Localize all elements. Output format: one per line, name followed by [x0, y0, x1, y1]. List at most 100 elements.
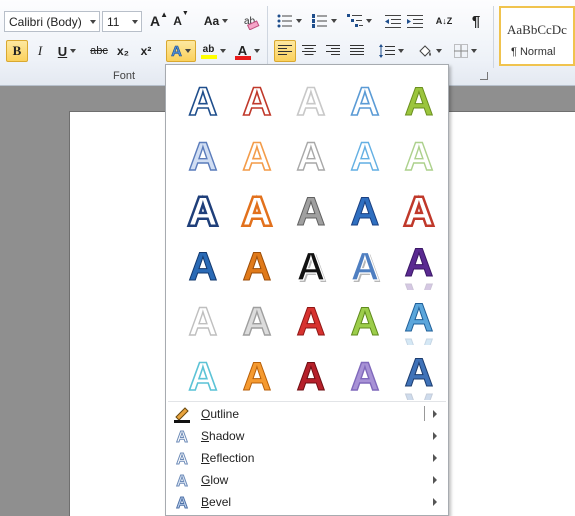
- italic-button[interactable]: I: [30, 40, 50, 62]
- multilevel-list-button[interactable]: [345, 10, 373, 32]
- text-effect-29[interactable]: A: [343, 350, 387, 400]
- change-case-button[interactable]: Aa: [201, 10, 231, 32]
- text-effect-26[interactable]: A: [181, 350, 225, 400]
- justify-button[interactable]: [346, 40, 368, 62]
- text-effect-glyph-icon: A: [350, 134, 380, 179]
- font-name-box[interactable]: Calibri (Body): [4, 11, 100, 32]
- menu-item-reflection[interactable]: A Reflection: [167, 447, 447, 469]
- menu-item-label-rest: utline: [210, 407, 240, 421]
- text-effect-9[interactable]: A: [343, 130, 387, 180]
- shading-button[interactable]: [414, 40, 444, 62]
- text-effect-glyph-icon: A: [242, 299, 272, 344]
- access-key: B: [201, 495, 210, 509]
- text-effect-6[interactable]: A: [181, 130, 225, 180]
- bullets-button[interactable]: [275, 10, 303, 32]
- show-hide-button[interactable]: ¶: [465, 10, 487, 32]
- text-effect-5[interactable]: A: [397, 75, 441, 125]
- text-effect-20[interactable]: AA: [397, 240, 441, 291]
- text-effect-glyph-icon: A: [296, 300, 326, 345]
- svg-text:A: A: [243, 190, 272, 234]
- chevron-right-icon[interactable]: [433, 476, 437, 484]
- text-effect-2[interactable]: A: [235, 75, 279, 125]
- text-effect-8[interactable]: A: [289, 130, 333, 180]
- svg-text:A: A: [351, 300, 380, 344]
- grow-font-button[interactable]: A ▲: [149, 10, 169, 32]
- menu-item-outline[interactable]: Outline: [167, 403, 447, 425]
- menu-item-label: Shadow: [197, 429, 244, 443]
- access-key: O: [201, 407, 211, 421]
- text-effect-glyph-icon: AA: [296, 244, 327, 290]
- align-center-button[interactable]: [298, 40, 320, 62]
- text-effect-22[interactable]: A: [235, 295, 279, 345]
- text-effect-27[interactable]: A: [235, 350, 279, 400]
- caret-up-icon: ▲: [160, 10, 169, 19]
- menu-item-glow[interactable]: A Glow: [167, 469, 447, 491]
- text-effect-28[interactable]: A: [289, 350, 333, 400]
- subscript-button[interactable]: x₂: [113, 40, 133, 62]
- chevron-right-icon[interactable]: [433, 410, 437, 418]
- text-effect-12[interactable]: AA: [235, 185, 279, 235]
- text-effect-10[interactable]: A: [397, 130, 441, 180]
- text-effect-25[interactable]: AA: [397, 295, 441, 346]
- underline-button[interactable]: U: [53, 40, 81, 62]
- text-effects-button[interactable]: A: [166, 40, 196, 62]
- svg-text:A: A: [176, 473, 188, 489]
- text-effect-15[interactable]: AA: [397, 185, 441, 235]
- style-normal[interactable]: AaBbCcDc ¶ Normal: [499, 6, 575, 66]
- strikethrough-button[interactable]: abc: [87, 40, 111, 62]
- text-effect-1[interactable]: A: [181, 75, 225, 125]
- text-effect-glyph-icon: A: [188, 79, 218, 125]
- text-effect-13[interactable]: A: [289, 185, 333, 235]
- text-effect-14[interactable]: A: [343, 185, 387, 235]
- font-group-label: Font: [113, 70, 136, 82]
- text-effect-24[interactable]: A: [343, 295, 387, 345]
- text-effect-30[interactable]: AA: [397, 350, 441, 401]
- line-spacing-button[interactable]: [376, 40, 406, 62]
- text-effect-21[interactable]: A: [181, 295, 225, 345]
- align-left-icon: [278, 45, 292, 55]
- font-color-button[interactable]: A: [232, 40, 262, 62]
- superscript-label: x²: [140, 44, 152, 58]
- align-left-button[interactable]: [274, 40, 296, 62]
- text-effect-7[interactable]: A: [235, 130, 279, 180]
- menu-item-shadow[interactable]: A Shadow: [167, 425, 447, 447]
- menu-item-bevel[interactable]: A Bevel: [167, 491, 447, 513]
- text-effect-23[interactable]: A: [289, 295, 333, 345]
- pilcrow-icon: ¶: [471, 12, 481, 30]
- text-effect-16[interactable]: A: [181, 240, 225, 290]
- numbering-button[interactable]: [310, 10, 338, 32]
- svg-text:A: A: [351, 80, 380, 124]
- bullets-icon: [277, 14, 292, 28]
- svg-text:A: A: [297, 190, 326, 234]
- superscript-button[interactable]: x²: [136, 40, 156, 62]
- font-size-box[interactable]: 11: [102, 11, 142, 32]
- shrink-font-button[interactable]: A ▼: [171, 10, 191, 32]
- grow-font-label: A: [149, 13, 161, 29]
- text-effect-glyph-icon: A: [296, 355, 326, 400]
- svg-text:A: A: [297, 135, 326, 179]
- sort-button[interactable]: A↓Z: [432, 10, 456, 32]
- text-effect-19[interactable]: AA: [343, 240, 387, 290]
- text-effect-17[interactable]: A: [235, 240, 279, 290]
- decrease-indent-button[interactable]: [383, 10, 403, 32]
- highlight-button[interactable]: ab: [198, 40, 228, 62]
- style-preview: AaBbCcDc: [507, 22, 567, 37]
- text-effect-3[interactable]: A: [289, 75, 333, 125]
- chevron-right-icon[interactable]: [433, 432, 437, 440]
- svg-text:A: A: [405, 190, 434, 234]
- chevron-down-icon: [435, 49, 442, 53]
- bold-button[interactable]: B: [6, 40, 28, 62]
- dialog-launcher-icon[interactable]: [480, 72, 488, 80]
- increase-indent-button[interactable]: [405, 10, 425, 32]
- borders-button[interactable]: [450, 40, 480, 62]
- chevron-right-icon[interactable]: [433, 454, 437, 462]
- chevron-right-icon[interactable]: [433, 498, 437, 506]
- subscript-label: x₂: [116, 44, 129, 58]
- clear-formatting-button[interactable]: ab: [240, 10, 262, 32]
- text-effect-glyph-icon: AA: [404, 296, 434, 346]
- text-effect-11[interactable]: AA: [181, 185, 225, 235]
- align-right-button[interactable]: [322, 40, 344, 62]
- text-effect-4[interactable]: A: [343, 75, 387, 125]
- text-effect-18[interactable]: AA: [289, 240, 333, 290]
- text-effect-glyph-icon: A: [242, 245, 272, 290]
